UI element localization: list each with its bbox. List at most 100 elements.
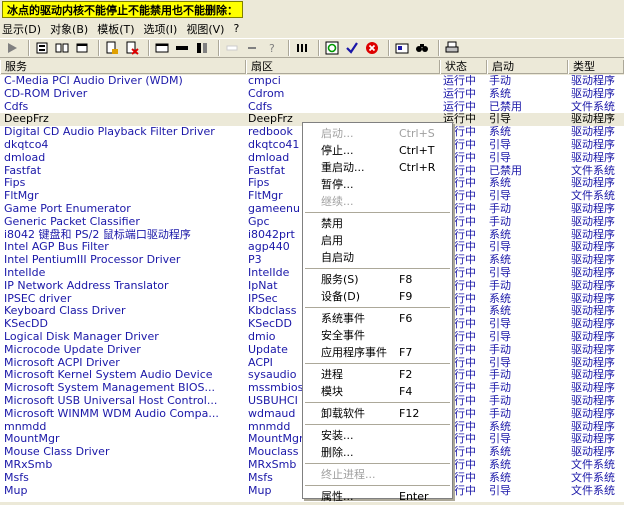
context-menu-item[interactable]: 安装... [303,427,452,444]
delete-doc-icon[interactable] [124,40,140,56]
column-header-sector[interactable]: 扇区 [246,60,440,74]
menu-template[interactable]: 模板(T) [97,21,134,37]
menu-separator [305,363,450,364]
help-icon[interactable]: ? [264,40,280,56]
refresh-icon[interactable] [324,40,340,56]
menu-separator [305,402,450,403]
context-menu-item[interactable]: 启用 [303,232,452,249]
cancel-icon[interactable] [364,40,380,56]
column-header-status[interactable]: 状态 [440,60,487,74]
type-cell: 驱动程序 [571,267,615,279]
context-menu-item[interactable]: 重启动... Ctrl+R [303,159,452,176]
window-title: 冰点的驱动内核不能停止不能禁用也不能删除： [2,1,243,18]
context-menu-item[interactable]: 暂停... [303,176,452,193]
type-cell: 驱动程序 [571,433,615,446]
context-menu-item[interactable]: 卸载软件 F12 [303,405,452,422]
context-menu-item[interactable]: 属性... Enter [303,488,452,505]
service-name-cell: Intel PentiumIII Processor Driver [4,254,181,267]
context-menu-item[interactable]: 自启动 [303,249,452,266]
status-cell: 运行中 [443,100,476,113]
startup-cell: 系统 [489,126,511,139]
export-icon[interactable] [104,40,120,56]
context-menu-item[interactable]: 进程 F2 [303,366,452,383]
startup-cell: 系统 [489,471,511,484]
view-split-icon[interactable] [194,40,210,56]
type-cell: 文件系统 [571,100,615,113]
context-menu-item[interactable]: 系统事件 F6 [303,310,452,327]
service-name-cell: KSecDD [4,318,48,331]
play-icon[interactable] [4,40,20,56]
column-header-startup[interactable]: 启动 [487,60,568,74]
blank-icon[interactable] [224,40,240,56]
menu-object[interactable]: 对象(B) [50,21,88,37]
startup-cell: 引导 [489,151,511,164]
table-row[interactable]: C-Media PCI Audio Driver (WDM) cmpci 运行中 手动… [0,75,624,88]
menu-item-shortcut: Ctrl+R [399,161,436,174]
context-menu-item[interactable]: 服务(S) F8 [303,271,452,288]
column-header-service[interactable]: 服务 [0,60,246,74]
find-icon[interactable] [414,40,430,56]
context-menu-item[interactable]: 应用程序事件 F7 [303,344,452,361]
type-cell: 驱动程序 [571,203,615,215]
service-name-cell: DeepFrz [4,113,49,126]
menu-help[interactable]: ? [233,22,239,35]
service-name-cell: IPSEC driver [4,292,72,305]
book-icon[interactable] [54,40,70,56]
context-menu-item[interactable]: 模块 F4 [303,383,452,400]
table-row[interactable]: CD-ROM Driver Cdrom 运行中 系统 驱动程序 [0,88,624,101]
type-cell: 驱动程序 [571,126,615,139]
service-name-cell: IntelIde [4,267,46,279]
services-icon[interactable] [34,40,50,56]
context-menu-item[interactable]: 停止... Ctrl+T [303,142,452,159]
sector-cell: cmpci [248,75,281,87]
context-menu-item[interactable]: 安全事件 [303,327,452,344]
toolbar-separator [218,40,220,56]
startup-cell: 手动 [489,75,511,87]
menu-item-label: 设备(D) [321,290,361,303]
table-row[interactable]: Cdfs Cdfs 运行中 已禁用 文件系统 [0,101,624,114]
window-icon[interactable] [74,40,90,56]
menu-display[interactable]: 显示(D) [2,21,41,37]
menu-item-shortcut: Ctrl+T [399,144,435,157]
context-menu-item[interactable]: 删除... [303,444,452,461]
menu-item-label: 启动... [321,127,354,140]
list-header: 服务 扇区 状态 启动 类型 [0,60,624,74]
context-menu: 启动... Ctrl+S 停止... Ctrl+T 重启动... Ctrl+R 暂停... 继… [302,122,453,503]
column-header-type[interactable]: 类型 [568,60,624,74]
menu-bar: 显示(D) 对象(B) 模板(T) 选项(I) 视图(V) ? [0,20,624,37]
type-cell: 驱动程序 [571,151,615,164]
type-cell: 驱动程序 [571,331,615,343]
menu-item-label: 进程 [321,368,343,381]
menu-item-shortcut: F7 [399,346,413,359]
context-menu-item[interactable]: 禁用 [303,215,452,232]
type-cell: 驱动程序 [571,292,615,305]
view-details-icon[interactable] [174,40,190,56]
service-name-cell: Cdfs [4,100,29,113]
startup-cell: 手动 [489,215,511,228]
type-cell: 文件系统 [571,164,615,177]
menu-view[interactable]: 视图(V) [186,21,224,37]
startup-cell: 手动 [489,343,511,356]
menu-item-label: 启用 [321,234,343,247]
view-list-icon[interactable] [154,40,170,56]
context-menu-item[interactable]: 设备(D) F9 [303,288,452,305]
menu-item-shortcut: Enter [399,490,429,503]
startup-cell: 引导 [489,241,511,254]
menu-separator [305,424,450,425]
sector-cell: Cdrom [248,87,285,100]
menu-options[interactable]: 选项(I) [144,21,178,37]
print-icon[interactable] [444,40,460,56]
service-name-cell: Fips [4,177,26,190]
startup-cell: 系统 [489,446,511,459]
service-name-cell: Logical Disk Manager Driver [4,331,159,343]
menu-item-label: 禁用 [321,217,343,230]
service-name-cell: Microsoft WINMM WDM Audio Compa... [4,407,219,420]
properties-icon[interactable] [394,40,410,56]
check-icon[interactable] [344,40,360,56]
service-name-cell: Mouse Class Driver [4,446,110,459]
dash-icon[interactable] [244,40,260,56]
status-cell: 运行中 [443,75,476,87]
menu-item-label: 应用程序事件 [321,346,387,359]
columns-icon[interactable] [294,40,310,56]
toolbar: ? [0,38,624,58]
